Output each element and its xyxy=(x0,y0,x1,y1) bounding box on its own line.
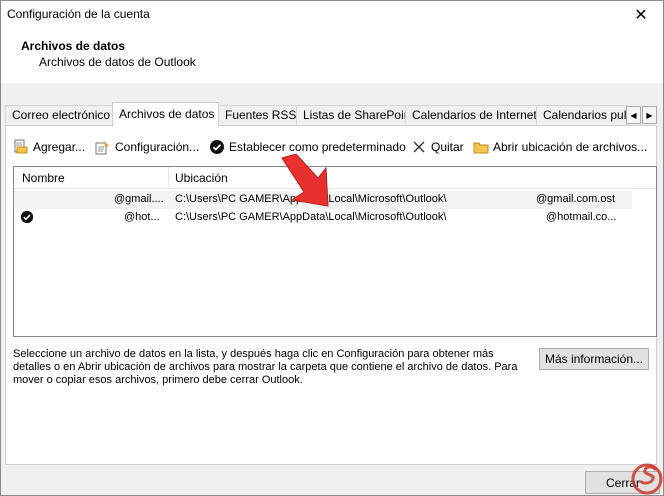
add-file-icon xyxy=(13,139,29,155)
tab-published-calendars[interactable]: Calendarios pul xyxy=(536,105,628,126)
window-title: Configuración de la cuenta xyxy=(7,7,150,21)
row-file: @hotmail.co... xyxy=(546,211,617,223)
tab-sharepoint-lists[interactable]: Listas de SharePoint xyxy=(296,105,406,126)
tab-scroll-right-button[interactable]: ▶ xyxy=(642,106,657,124)
open-location-button-label: Abrir ubicación de archivos... xyxy=(493,140,648,154)
tab-email[interactable]: Correo electrónico xyxy=(5,105,113,126)
more-info-button[interactable]: Más información... xyxy=(539,348,649,370)
header-subtitle: Archivos de datos de Outlook xyxy=(39,55,196,69)
title-bar: Configuración de la cuenta ✕ xyxy=(1,1,663,29)
tab-strip: Correo electrónico Archivos de datos Fue… xyxy=(5,102,661,127)
tab-rss-feeds[interactable]: Fuentes RSS xyxy=(218,105,297,126)
tab-data-files[interactable]: Archivos de datos xyxy=(112,102,219,127)
red-arrow-annotation-icon xyxy=(281,154,329,207)
folder-icon xyxy=(473,139,489,155)
dialog-header: Archivos de datos Archivos de datos de O… xyxy=(1,29,663,83)
remove-x-icon xyxy=(411,139,427,155)
remove-button-label: Quitar xyxy=(431,140,464,154)
help-text: Seleccione un archivo de datos en la lis… xyxy=(13,348,518,386)
set-default-button-label: Establecer como predeterminado xyxy=(229,140,406,154)
settings-button[interactable]: Configuración... xyxy=(95,137,199,157)
row-name: @hot... xyxy=(124,211,160,223)
default-checkmark-icon xyxy=(20,210,34,224)
add-button-label: Agregar... xyxy=(33,140,86,154)
tab-scroll-left-button[interactable]: ◀ xyxy=(626,106,641,124)
column-header-name[interactable]: Nombre xyxy=(22,171,65,185)
remove-button[interactable]: Quitar xyxy=(411,137,464,157)
header-title: Archivos de datos xyxy=(21,39,126,53)
column-header-location[interactable]: Ubicación xyxy=(175,171,228,185)
close-dialog-button[interactable]: Cerrar xyxy=(585,471,660,494)
tab-internet-calendars[interactable]: Calendarios de Internet xyxy=(405,105,537,126)
add-button[interactable]: Agregar... xyxy=(13,137,85,157)
close-window-button[interactable]: ✕ xyxy=(619,1,663,29)
settings-file-icon xyxy=(95,139,111,155)
open-location-button[interactable]: Abrir ubicación de archivos... xyxy=(473,137,647,157)
checkmark-icon xyxy=(209,139,225,155)
row-name: @gmail.... xyxy=(114,193,164,205)
row-file: @gmail.com.ost xyxy=(536,193,616,205)
account-settings-window: Configuración de la cuenta ✕ Archivos de… xyxy=(0,0,664,496)
column-separator[interactable] xyxy=(168,167,169,189)
settings-button-label: Configuración... xyxy=(115,140,200,154)
